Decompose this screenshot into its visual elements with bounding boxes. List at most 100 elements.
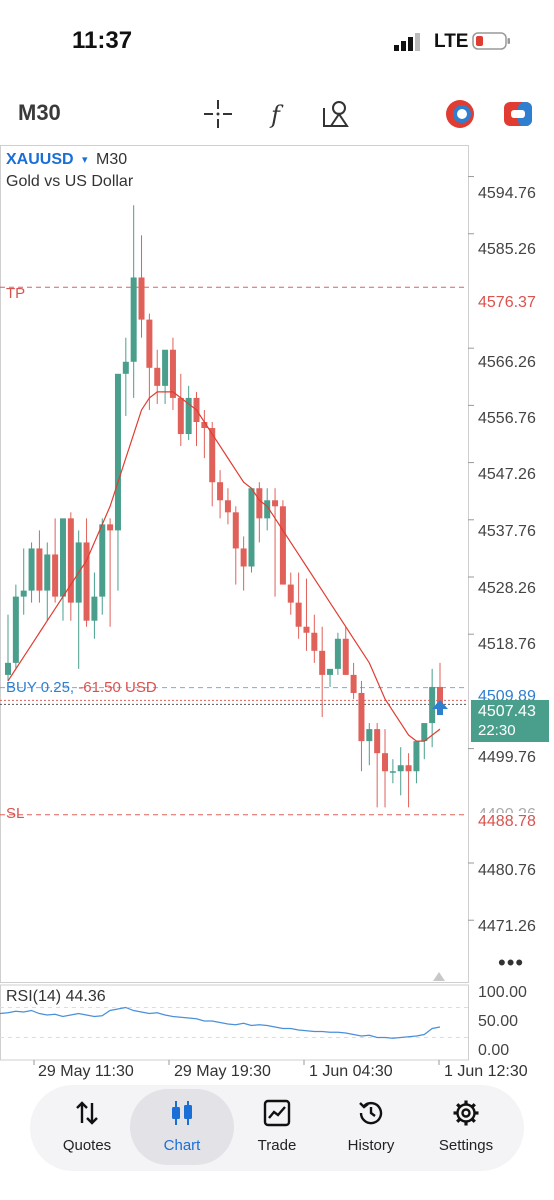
price-tick: 4594.76 [478, 185, 536, 202]
candle-body [162, 349, 169, 386]
candle-body [358, 692, 365, 742]
candle-body [405, 765, 412, 772]
rsi-tick: 0.00 [478, 1042, 510, 1059]
time-tick: 29 May 11:30 [38, 1063, 134, 1080]
symbol-dropdown-icon[interactable]: ▾ [82, 153, 88, 166]
tab-chart[interactable]: Chart [130, 1089, 234, 1165]
candle-body [303, 626, 310, 633]
candle-body [146, 319, 153, 368]
history-icon [359, 1101, 383, 1125]
position-pnl: -61.50 USD [78, 679, 157, 696]
trade-icon[interactable] [502, 98, 534, 130]
candle-body [217, 482, 224, 501]
status-time: 11:37 [72, 27, 133, 54]
sl-price-tag: 4488.78 [478, 813, 536, 831]
candle-body [177, 397, 184, 435]
candle-body [256, 488, 263, 519]
candle-body [287, 584, 294, 603]
candle-body [28, 548, 35, 591]
rsi-tick: 100.00 [478, 984, 527, 1001]
indicators-icon[interactable]: f [262, 98, 294, 130]
chart-icon [172, 1101, 192, 1125]
quotes-icon [76, 1101, 98, 1125]
scroll-marker-icon [433, 972, 445, 981]
account-icon[interactable] [444, 98, 476, 130]
candle-body [295, 602, 302, 627]
network-type: LTE [434, 31, 469, 52]
objects-icon[interactable] [320, 98, 352, 130]
tp-price-tag: 4576.37 [478, 294, 536, 311]
more-options-icon[interactable]: ••• [498, 950, 524, 976]
tab-history[interactable]: History [319, 1089, 423, 1165]
candle-body [334, 638, 341, 669]
candle-body [44, 554, 51, 591]
current-price: 4507.43 [478, 703, 536, 720]
candle-body [342, 638, 349, 675]
symbol-description: Gold vs US Dollar [6, 173, 134, 190]
price-tick: 4528.26 [478, 580, 536, 597]
candle-body [382, 753, 389, 772]
battery-icon [472, 32, 510, 50]
timeframe-button[interactable]: M30 [18, 100, 61, 126]
chart-area[interactable] [0, 145, 554, 1065]
current-price-tag: 4507.43 22:30 [471, 700, 549, 742]
tab-label: Settings [438, 1137, 494, 1154]
price-tick: 4499.76 [478, 749, 536, 766]
candle-body [138, 277, 145, 320]
tab-label: Quotes [62, 1137, 112, 1154]
candle-body [240, 548, 247, 567]
candle-body [248, 488, 255, 567]
price-tick: 4518.76 [478, 636, 536, 653]
candle-body [232, 512, 239, 549]
price-chart[interactable] [0, 145, 554, 1065]
candle-body [52, 554, 59, 597]
crosshair-icon[interactable] [202, 98, 234, 130]
candle-body [272, 500, 279, 507]
candle-body [20, 590, 27, 597]
candle-body [397, 765, 404, 772]
price-tick: 4480.76 [478, 862, 536, 879]
candle-body [374, 729, 381, 754]
tab-trade[interactable]: Trade [225, 1089, 329, 1165]
price-tick: 4585.26 [478, 241, 536, 258]
price-tick: 4556.76 [478, 410, 536, 427]
time-tick: 1 Jun 12:30 [444, 1063, 528, 1080]
tab-label: Trade [257, 1137, 297, 1154]
tab-settings[interactable]: Settings [414, 1089, 518, 1165]
time-tick: 29 May 19:30 [174, 1063, 271, 1080]
candle-body [59, 518, 66, 597]
tab-label: History [347, 1137, 395, 1154]
buy-arrow-stem [437, 709, 443, 716]
candle-body [154, 367, 161, 386]
symbol-ticker[interactable]: XAUUSD [6, 151, 74, 169]
candle-body [99, 524, 106, 597]
rsi-label: RSI(14) 44.36 [6, 988, 106, 1005]
tab-label: Chart [163, 1137, 201, 1154]
price-tick: 4471.26 [478, 918, 536, 935]
candle-body [421, 723, 428, 742]
time-tick: 1 Jun 04:30 [309, 1063, 393, 1080]
candle-body [224, 500, 231, 513]
tab-quotes[interactable]: Quotes [35, 1089, 139, 1165]
symbol-timeframe: M30 [96, 151, 128, 168]
candle-body [413, 741, 420, 772]
price-tick: 4537.76 [478, 523, 536, 540]
candle-body [12, 596, 19, 663]
candle-body [311, 632, 318, 651]
settings-icon [453, 1100, 479, 1126]
tp-label[interactable]: TP [6, 285, 25, 302]
rsi-tick: 50.00 [478, 1013, 519, 1030]
candle-body [429, 686, 436, 724]
svg-text:f: f [269, 101, 284, 129]
candle-body [114, 373, 121, 531]
price-tick: 4566.26 [478, 354, 536, 371]
candle-body [36, 548, 43, 591]
candle-body [350, 674, 357, 693]
position-label[interactable]: BUY 0.25, -61.50 USD [6, 679, 157, 696]
signal-icon [394, 33, 420, 51]
sl-label[interactable]: SL [6, 805, 24, 822]
price-tick: 4547.26 [478, 466, 536, 483]
candle-body [5, 662, 11, 675]
trade-tab-icon [263, 1099, 291, 1127]
bar-countdown: 22:30 [478, 722, 516, 739]
